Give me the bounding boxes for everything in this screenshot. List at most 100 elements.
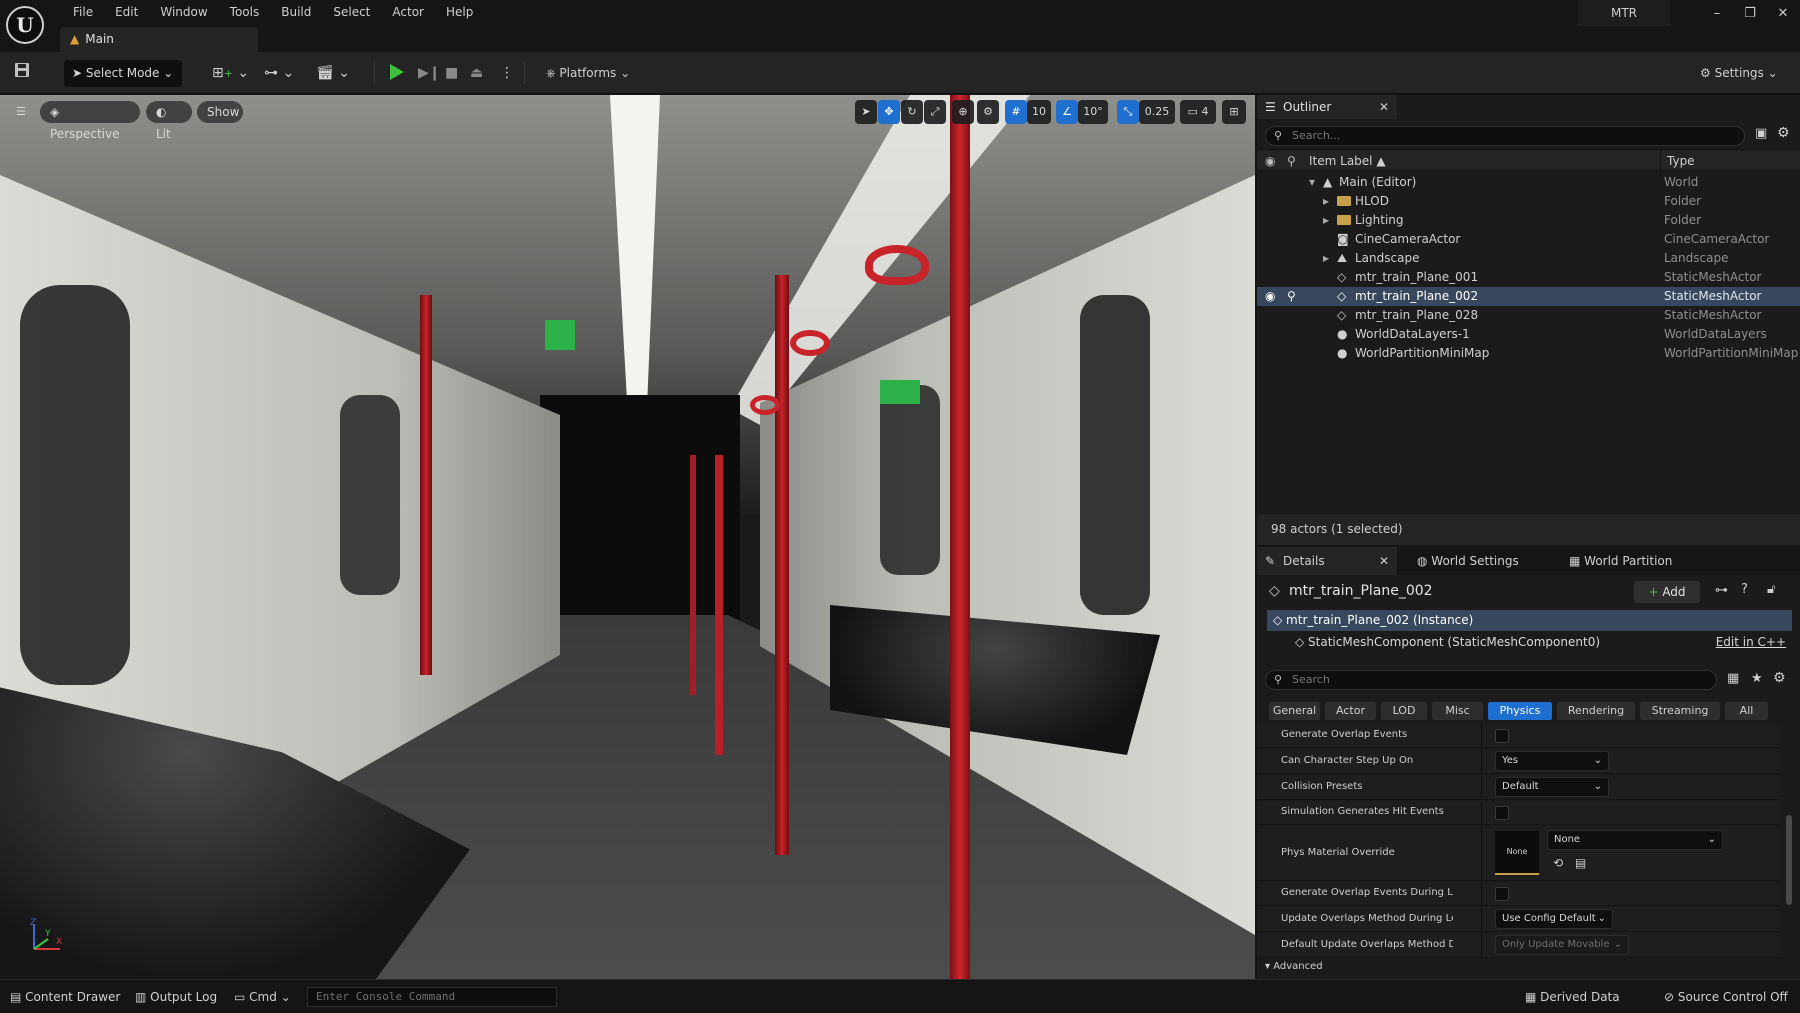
perspective-button[interactable]: ◈ Perspective [40,101,140,141]
scale-snap-value[interactable]: 0.25 [1139,100,1175,124]
minimize-button[interactable]: – [1702,4,1732,24]
menu-actor[interactable]: Actor [381,3,435,21]
visibility-icon[interactable]: ◉ [1265,150,1275,172]
tree-row[interactable]: ▾ ▲ Main (Editor) World [1257,173,1800,192]
collision-presets-dropdown[interactable]: Default ⌄ [1495,777,1609,797]
console-command-input[interactable]: Enter Console Command [307,987,557,1007]
more-options-icon[interactable]: ⋮ [500,62,514,84]
overlap-level-checkbox[interactable] [1495,887,1509,901]
save-icon[interactable] [14,62,30,84]
rotation-snap-icon[interactable]: ∠ [1056,100,1078,124]
level-tab-main[interactable]: ▲ Main [60,27,258,52]
unreal-logo-icon[interactable]: U [6,6,44,44]
cinematics-icon[interactable]: 🎬︎ ⌄ [316,62,350,84]
surface-snap-icon[interactable]: ⚙ [977,100,999,124]
viewport-menu-icon[interactable]: ☰ [10,100,32,124]
scale-tool-icon[interactable]: ⤢ [924,100,946,124]
eject-icon[interactable]: ⏏ [470,62,483,84]
close-icon[interactable]: ✕ [1379,547,1389,575]
generate-overlap-checkbox[interactable] [1495,729,1509,743]
tree-row[interactable]: ▸ HLOD Folder [1257,192,1800,211]
component-row-instance[interactable]: ◇ mtr_train_Plane_002 (Instance) [1267,610,1792,631]
details-scrollbar[interactable] [1786,815,1792,905]
expand-arrow-icon[interactable]: ▾ [1309,173,1315,192]
rotation-snap-value[interactable]: 10° [1078,100,1108,124]
restore-button[interactable]: ❐ [1735,4,1765,24]
outliner-tab[interactable]: ☰ Outliner ✕ [1257,95,1397,119]
menu-select[interactable]: Select [322,3,381,21]
level-viewport[interactable]: ☰ ◈ Perspective ◐ Lit Show ➤ ✥ ↻ ⤢ ⊕ ⚙ #… [0,95,1255,979]
tab-world-partition[interactable]: ▦ World Partition [1569,547,1672,575]
menu-edit[interactable]: Edit [104,3,149,21]
platforms-dropdown[interactable]: ⎈ Platforms ⌄ [546,63,630,83]
expand-arrow-icon[interactable]: ▸ [1323,192,1329,211]
gear-icon[interactable]: ⚙ [1777,125,1790,141]
scale-snap-icon[interactable]: ⤡ [1117,100,1139,124]
settings-dropdown[interactable]: ⚙ Settings ⌄ [1700,63,1778,83]
gear-icon[interactable]: ⚙ [1773,670,1786,686]
menu-help[interactable]: Help [435,3,484,21]
output-log-button[interactable]: ▥ Output Log [135,988,217,1006]
phys-material-dropdown[interactable]: None ⌄ [1547,830,1723,850]
tree-row[interactable]: ● WorldPartitionMiniMap WorldPartitionMi… [1257,344,1800,363]
menu-window[interactable]: Window [149,3,218,21]
menu-build[interactable]: Build [270,3,322,21]
blueprint-icon[interactable]: ⊶ ⌄ [264,62,294,84]
column-type[interactable]: Type [1667,150,1695,172]
outliner-search-input[interactable]: ⚲ Search... [1265,126,1745,146]
show-button[interactable]: Show [197,101,243,123]
filter-lod[interactable]: LOD [1381,702,1427,720]
filter-all[interactable]: All [1725,702,1768,720]
pin-icon[interactable]: ⚲ [1287,150,1296,172]
add-folder-icon[interactable]: ▣ [1755,126,1767,141]
menu-tools[interactable]: Tools [219,3,271,21]
derived-data-button[interactable]: ▦ Derived Data [1525,988,1620,1006]
sim-hit-checkbox[interactable] [1495,806,1509,820]
reset-arrow-icon[interactable]: ⟲ [1553,856,1563,870]
update-overlaps-dropdown[interactable]: Use Config Default ⌄ [1495,909,1613,929]
filter-rendering[interactable]: Rendering [1557,702,1635,720]
filter-physics[interactable]: Physics [1488,702,1552,720]
select-tool-icon[interactable]: ➤ [855,100,877,124]
tree-row[interactable]: ▸ Lighting Folder [1257,211,1800,230]
viewport-layout-icon[interactable]: ⊞ [1222,100,1246,124]
filter-streaming[interactable]: Streaming [1640,702,1720,720]
edit-in-cpp-link[interactable]: Edit in C++ [1716,632,1786,653]
details-search-input[interactable]: ⚲ Search [1265,670,1717,690]
world-space-icon[interactable]: ⊕ [952,100,974,124]
select-mode-dropdown[interactable]: ➤ Select Mode ⌄ [64,60,182,87]
tab-world-settings[interactable]: ◍ World Settings [1417,547,1519,575]
menu-file[interactable]: File [62,3,104,21]
step-up-dropdown[interactable]: Yes ⌄ [1495,751,1609,771]
object-name[interactable]: mtr_train_Plane_002 [1289,583,1433,599]
add-actor-icon[interactable]: ⊞+ ⌄ [212,62,249,84]
close-icon[interactable]: ✕ [1379,95,1389,119]
lock-icon[interactable]: 🔓︎ [1767,582,1775,597]
play-icon[interactable] [390,64,404,80]
browse-folder-icon[interactable]: ▤ [1575,856,1586,870]
cmd-dropdown[interactable]: ▭ Cmd ⌄ [234,988,291,1006]
tree-row[interactable]: ◇ mtr_train_Plane_001 StaticMeshActor [1257,268,1800,287]
help-icon[interactable]: ? [1741,582,1748,597]
grid-snap-value[interactable]: 10 [1027,100,1051,124]
advanced-section[interactable]: ▾ Advanced [1265,961,1323,972]
stop-icon[interactable]: ■ [445,62,458,84]
visibility-icon[interactable]: ◉ [1265,287,1275,306]
tree-row[interactable]: ◇ mtr_train_Plane_028 StaticMeshActor [1257,306,1800,325]
add-component-button[interactable]: + Add [1634,581,1700,603]
filter-misc[interactable]: Misc [1432,702,1483,720]
phys-material-thumbnail[interactable]: None [1495,831,1539,875]
source-control-button[interactable]: ⊘ Source Control Off [1664,988,1788,1006]
grid-snap-icon[interactable]: # [1005,100,1027,124]
tree-row-selected[interactable]: ◉ ⚲ ◇ mtr_train_Plane_002 StaticMeshActo… [1257,287,1800,306]
content-drawer-button[interactable]: ▤ Content Drawer [10,988,120,1006]
camera-speed-button[interactable]: ▭ 4 [1180,100,1216,124]
column-item-label[interactable]: Item Label ▲ [1309,150,1386,172]
blueprint-icon[interactable]: ⊶ [1715,583,1728,598]
pin-icon[interactable]: ⚲ [1287,287,1296,306]
close-window-button[interactable]: ✕ [1768,4,1798,24]
table-view-icon[interactable]: ▦ [1727,671,1739,686]
component-row-mesh[interactable]: ◇ StaticMeshComponent (StaticMeshCompone… [1267,632,1792,653]
star-icon[interactable]: ★ [1751,671,1763,686]
filter-general[interactable]: General [1269,702,1320,720]
